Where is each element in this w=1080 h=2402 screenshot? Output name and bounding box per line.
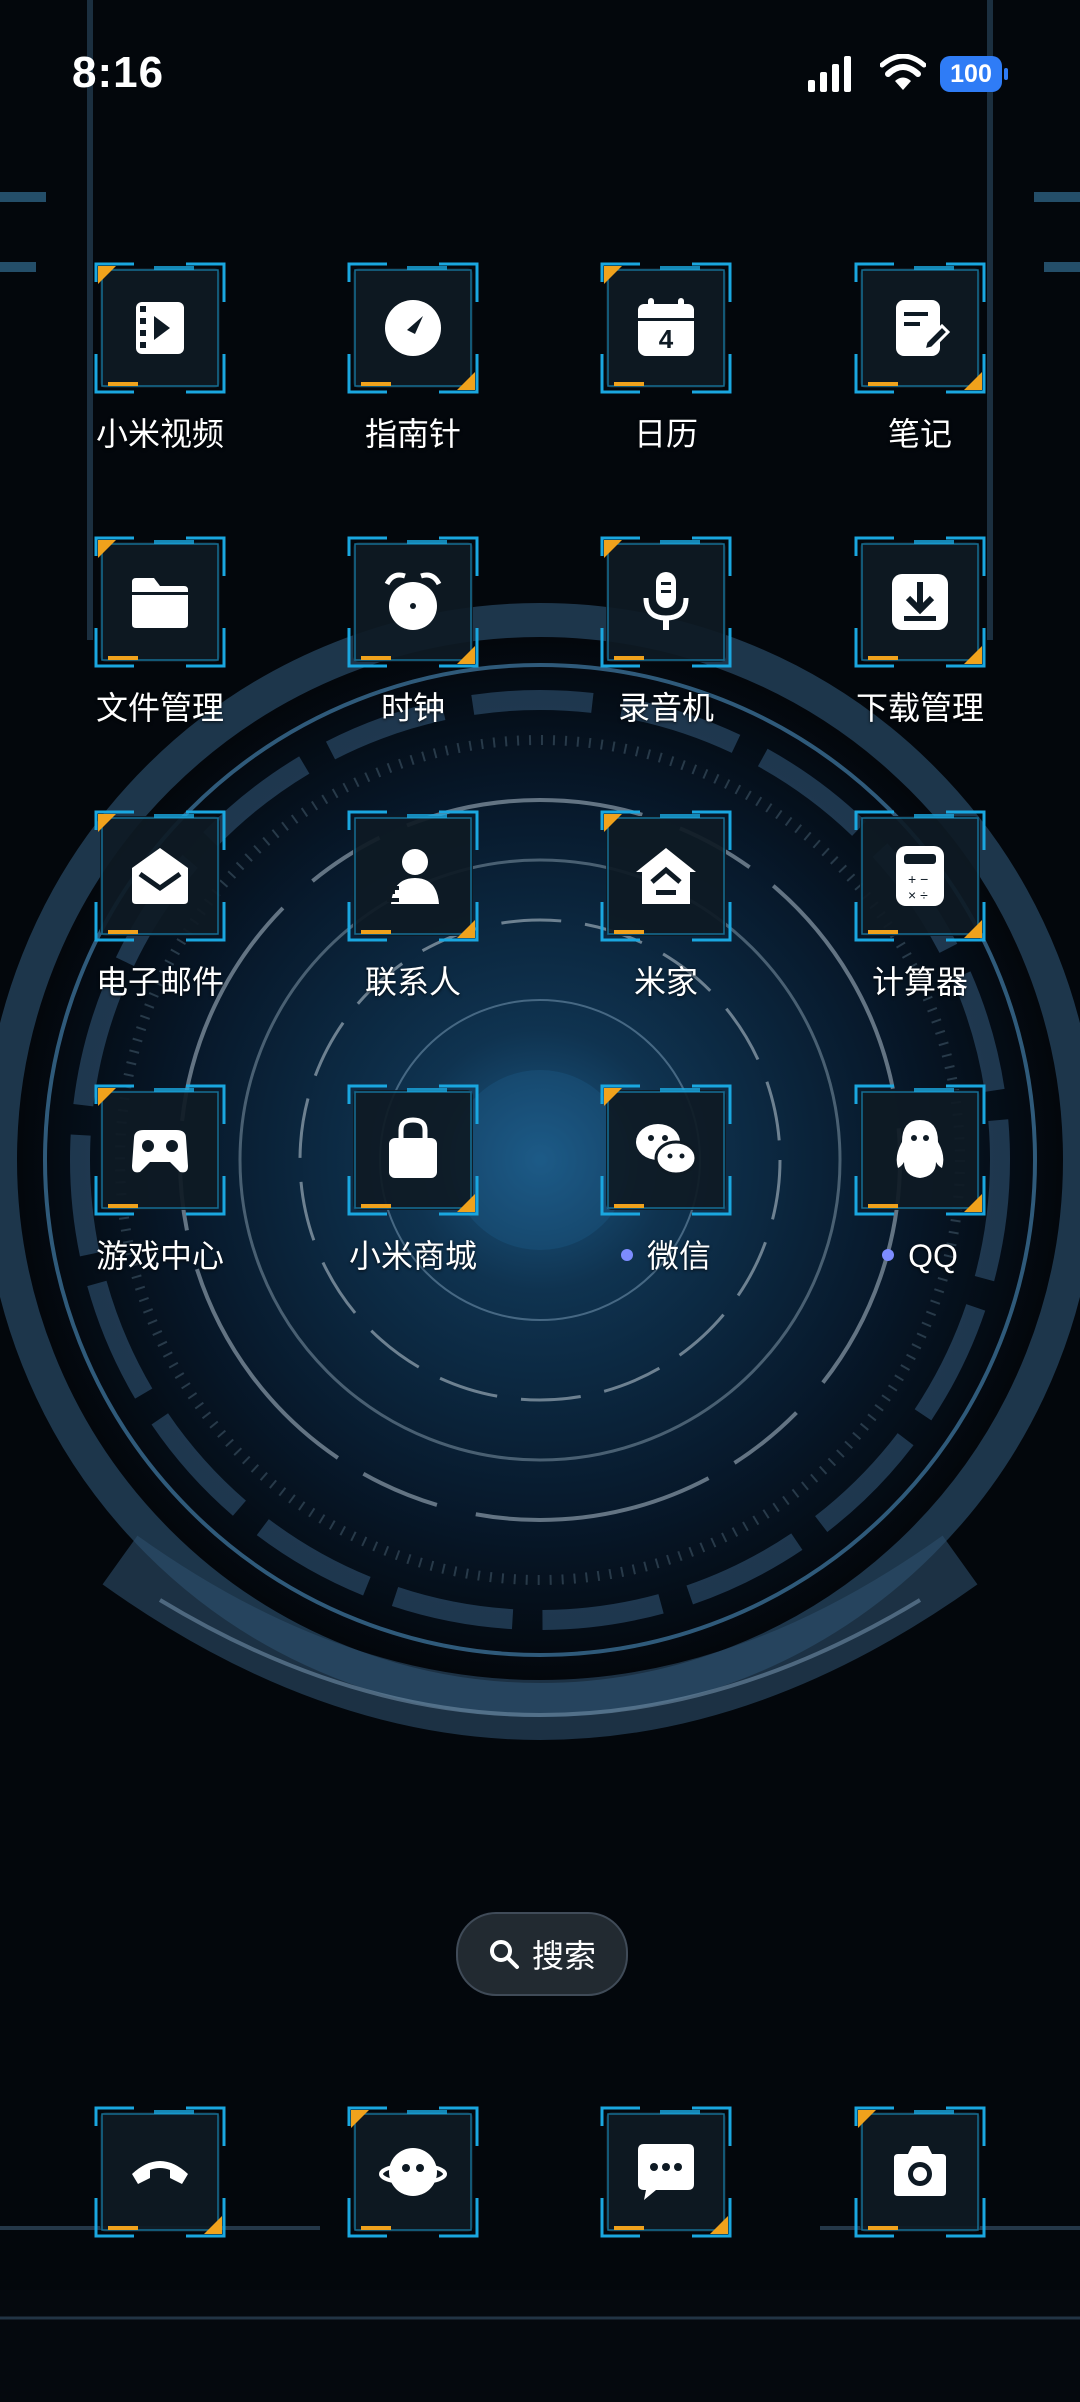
shopping-bag-icon bbox=[347, 1084, 479, 1216]
app-label-text: 联系人 bbox=[364, 964, 461, 1000]
app-label-text: 录音机 bbox=[617, 690, 714, 726]
dock-camera[interactable] bbox=[820, 2106, 1020, 2238]
dock-phone[interactable] bbox=[60, 2106, 260, 2238]
app-label: 小米视频 bbox=[60, 414, 260, 454]
app-calculator[interactable]: + − × ÷ 计算器 bbox=[820, 810, 1020, 1002]
signal-icon bbox=[808, 56, 851, 92]
app-wechat[interactable]: 微信 bbox=[566, 1084, 766, 1276]
app-label: 下载管理 bbox=[820, 688, 1020, 728]
app-label: 电子邮件 bbox=[60, 962, 260, 1002]
app-label-text: 日历 bbox=[633, 416, 698, 452]
app-label: 微信 bbox=[566, 1236, 766, 1276]
wechat-icon bbox=[600, 1084, 732, 1216]
search-icon bbox=[489, 1940, 519, 1969]
status-time: 8:16 bbox=[72, 48, 165, 97]
app-contacts[interactable]: 联系人 bbox=[313, 810, 513, 1002]
message-icon bbox=[600, 2106, 732, 2238]
svg-text:× ÷: × ÷ bbox=[908, 887, 928, 903]
app-mail[interactable]: 电子邮件 bbox=[60, 810, 260, 1002]
app-label-text: 计算器 bbox=[871, 964, 968, 1000]
microphone-icon bbox=[600, 536, 732, 668]
app-label-text: 微信 bbox=[646, 1238, 711, 1274]
app-label-text: 电子邮件 bbox=[95, 964, 224, 1000]
app-label: 笔记 bbox=[820, 414, 1020, 454]
alarm-clock-icon bbox=[347, 536, 479, 668]
search-button[interactable]: 搜索 bbox=[456, 1912, 628, 1996]
svg-text:+ −: + − bbox=[908, 871, 928, 887]
app-gamepad[interactable]: 游戏中心 bbox=[60, 1084, 260, 1276]
app-label: 文件管理 bbox=[60, 688, 260, 728]
app-home[interactable]: 米家 bbox=[566, 810, 766, 1002]
app-label-text: 小米商城 bbox=[348, 1238, 477, 1274]
new-indicator-dot bbox=[882, 1248, 895, 1261]
calculator-icon: + − × ÷ bbox=[854, 810, 986, 942]
app-label: 游戏中心 bbox=[60, 1236, 260, 1276]
app-label: 时钟 bbox=[313, 688, 513, 728]
app-label-text: 下载管理 bbox=[855, 690, 984, 726]
app-video[interactable]: 小米视频 bbox=[60, 262, 260, 454]
app-qq-penguin[interactable]: QQ bbox=[820, 1084, 1020, 1276]
camera-icon bbox=[854, 2106, 986, 2238]
browser-planet-icon bbox=[347, 2106, 479, 2238]
app-label: 米家 bbox=[566, 962, 766, 1002]
app-notes[interactable]: 笔记 bbox=[820, 262, 1020, 454]
app-label-text: 时钟 bbox=[380, 690, 445, 726]
calendar-date-text: 4 bbox=[658, 324, 674, 354]
app-shopping-bag[interactable]: 小米商城 bbox=[313, 1084, 513, 1276]
status-bar: 8:16 100 bbox=[0, 0, 1080, 150]
qq-penguin-icon bbox=[854, 1084, 986, 1216]
battery-icon: 100 bbox=[940, 56, 1008, 92]
wifi-icon bbox=[880, 54, 926, 90]
app-label-text: 笔记 bbox=[887, 416, 952, 452]
app-label: 录音机 bbox=[566, 688, 766, 728]
dock-browser-planet[interactable] bbox=[313, 2106, 513, 2238]
app-label-text: QQ bbox=[908, 1238, 958, 1274]
app-download[interactable]: 下载管理 bbox=[820, 536, 1020, 728]
app-label-text: 文件管理 bbox=[95, 690, 224, 726]
app-label-text: 游戏中心 bbox=[95, 1238, 224, 1274]
notes-icon bbox=[854, 262, 986, 394]
app-label: QQ bbox=[820, 1236, 1020, 1276]
app-label-text: 米家 bbox=[633, 964, 698, 1000]
app-label: 日历 bbox=[566, 414, 766, 454]
home-icon bbox=[600, 810, 732, 942]
new-indicator-dot bbox=[620, 1248, 633, 1261]
app-label-text: 指南针 bbox=[364, 416, 461, 452]
folder-icon bbox=[94, 536, 226, 668]
phone-icon bbox=[94, 2106, 226, 2238]
compass-icon bbox=[347, 262, 479, 394]
download-icon bbox=[854, 536, 986, 668]
app-label: 计算器 bbox=[820, 962, 1020, 1002]
app-label: 小米商城 bbox=[313, 1236, 513, 1276]
app-label: 联系人 bbox=[313, 962, 513, 1002]
battery-level: 100 bbox=[950, 59, 992, 88]
app-calendar[interactable]: 4 日历 bbox=[566, 262, 766, 454]
app-label-text: 小米视频 bbox=[95, 416, 224, 452]
app-label: 指南针 bbox=[313, 414, 513, 454]
gamepad-icon bbox=[94, 1084, 226, 1216]
video-icon bbox=[94, 262, 226, 394]
contacts-icon bbox=[347, 810, 479, 942]
mail-icon bbox=[94, 810, 226, 942]
app-microphone[interactable]: 录音机 bbox=[566, 536, 766, 728]
calendar-icon: 4 bbox=[600, 262, 732, 394]
app-folder[interactable]: 文件管理 bbox=[60, 536, 260, 728]
app-alarm-clock[interactable]: 时钟 bbox=[313, 536, 513, 728]
search-label: 搜索 bbox=[531, 1938, 596, 1974]
dock-message[interactable] bbox=[566, 2106, 766, 2238]
app-compass[interactable]: 指南针 bbox=[313, 262, 513, 454]
